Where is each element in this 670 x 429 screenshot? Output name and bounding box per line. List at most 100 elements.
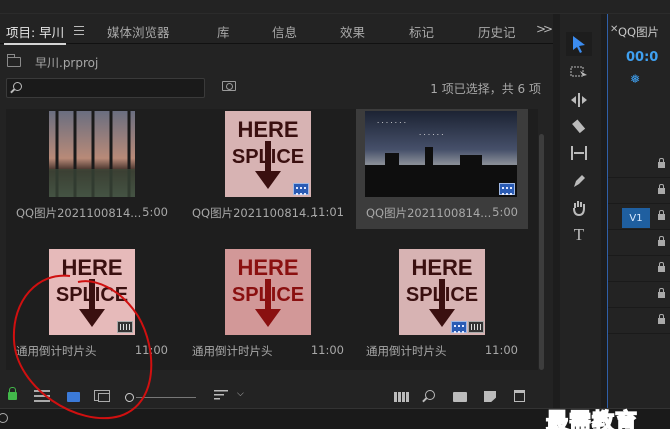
watermark-text: 最需教育 [545,408,639,429]
tab-markers[interactable]: 标记 [409,22,434,41]
snap-icon[interactable]: ❅ [630,72,640,86]
media-item-name: QQ图片2021100814... [366,206,492,220]
new-item-icon[interactable] [484,391,496,402]
automate-to-sequence-icon[interactable] [394,392,409,402]
media-grid: QQ图片2021100814... 5:00 HERE SPLICE QQ图片2… [6,109,538,370]
timeline-tab[interactable]: QQ图片 [618,24,659,40]
media-item-name: 通用倒计时片头 [366,344,447,358]
thumb-text-here: HERE [61,255,122,280]
timeline-panel: ✕ QQ图片 00:0 ❅ V1 [607,14,670,408]
selection-tool-icon[interactable] [566,32,592,56]
media-item-duration: 5:00 [492,205,518,219]
freeform-view-icon[interactable] [94,390,110,402]
lock-icon[interactable] [658,184,665,194]
media-item-name: 通用倒计时片头 [192,344,273,358]
grid-scrollbar[interactable] [539,134,544,370]
project-folder-icon[interactable] [7,54,21,67]
media-item-name: 通用倒计时片头 [16,344,97,358]
tab-effects[interactable]: 效果 [340,22,365,41]
track-row[interactable] [608,310,670,334]
svg-text:· · · · · ·: · · · · · · [419,131,443,139]
write-lock-icon[interactable] [8,387,17,400]
status-indicator-icon[interactable] [0,413,8,423]
selection-status: 1 项已选择，共 6 项 [430,82,541,96]
media-thumbnail: HERE SPLICE [225,111,311,197]
media-thumbnail: HERE SPLICE [399,249,485,335]
project-panel: 项目: 早川 媒体浏览器 库 信息 效果 标记 历史记 >> 早川.prproj… [0,14,553,408]
lock-icon[interactable] [658,158,665,168]
ripple-edit-tool-icon[interactable] [566,88,592,112]
search-input[interactable] [6,78,205,98]
audio-badge-icon [117,321,133,333]
track-select-tool-icon[interactable] [566,60,592,84]
find-icon[interactable] [425,390,435,400]
project-toolbar: ⌵ [0,382,553,410]
media-item[interactable]: QQ图片2021100814... 5:00 [6,109,178,229]
lock-icon[interactable] [658,314,665,324]
list-view-icon[interactable] [34,390,50,402]
track-row[interactable] [608,232,670,256]
media-item[interactable]: · · · · · · · · · · · · · QQ图片2021100814… [356,109,528,229]
track-headers: V1 [608,154,670,354]
new-search-bin-icon[interactable] [222,81,236,91]
track-row[interactable] [608,284,670,308]
type-tool-icon[interactable]: T [566,223,592,247]
audio-badge-icon [468,321,484,333]
media-thumbnail: HERE SPLICE [225,249,311,335]
chevron-down-icon[interactable]: ⌵ [237,389,244,399]
video-badge-icon [293,183,309,195]
media-item-duration: 11:00 [484,343,518,357]
tab-libraries[interactable]: 库 [217,22,230,41]
track-row-v1[interactable]: V1 [608,206,670,230]
lock-icon[interactable] [658,210,665,220]
zoom-slider-track[interactable] [136,397,196,398]
video-badge-icon [499,183,515,195]
media-item[interactable]: HERE SPLICE 通用倒计时片头 11:00 [182,239,354,359]
track-row[interactable] [608,154,670,178]
pen-tool-icon[interactable] [566,169,592,193]
svg-text:· · · · · · ·: · · · · · · · [377,119,406,127]
slip-tool-icon[interactable] [566,141,592,165]
media-item-name: QQ图片2021100814... [16,206,142,220]
media-thumbnail: · · · · · · · · · · · · · [365,111,517,197]
project-path-row: 早川.prproj [0,50,553,72]
app-top-strip [0,0,670,14]
trash-icon[interactable] [514,390,525,402]
track-row[interactable] [608,180,670,204]
icon-view-icon[interactable] [67,392,80,402]
active-tab-underline [4,43,66,45]
zoom-slider-handle[interactable] [125,393,134,402]
media-item-name: QQ图片2021100814... [192,206,318,220]
tab-info[interactable]: 信息 [272,22,297,41]
razor-tool-icon[interactable] [566,114,592,138]
new-bin-icon[interactable] [453,392,467,402]
more-tabs-icon[interactable]: >> [536,22,553,36]
thumb-text-here: HERE [237,117,298,142]
hand-tool-icon[interactable] [566,196,592,220]
panel-menu-icon[interactable] [74,26,84,38]
media-item-duration: 11:00 [310,343,344,357]
playhead-timecode[interactable]: 00:0 [626,50,658,65]
media-thumbnail: HERE SPLICE [49,249,135,335]
lock-icon[interactable] [658,236,665,246]
project-file-name: 早川.prproj [35,56,99,70]
tab-media-browser[interactable]: 媒体浏览器 [107,22,170,41]
media-item[interactable]: HERE SPLICE 通用倒计时片头 11:00 [356,239,528,359]
media-item-duration: 11:01 [310,205,344,219]
thumb-text-here: HERE [237,255,298,280]
media-item[interactable]: HERE SPLICE 通用倒计时片头 11:00 [6,239,178,359]
video-badge-icon [451,321,467,333]
track-row[interactable] [608,258,670,282]
track-target-v1[interactable]: V1 [622,208,650,228]
tab-project[interactable]: 项目: 早川 [6,22,64,41]
tools-panel: T [560,14,601,408]
lock-icon[interactable] [658,262,665,272]
media-item[interactable]: HERE SPLICE QQ图片2021100814... 11:01 [182,109,354,229]
sort-icon[interactable] [214,390,228,400]
media-thumbnail [49,111,135,197]
search-icon [13,82,22,91]
panel-tabs: 项目: 早川 媒体浏览器 库 信息 效果 标记 历史记 >> [0,18,553,45]
lock-icon[interactable] [658,288,665,298]
tab-history[interactable]: 历史记 [478,22,516,41]
media-item-duration: 11:00 [134,343,168,357]
